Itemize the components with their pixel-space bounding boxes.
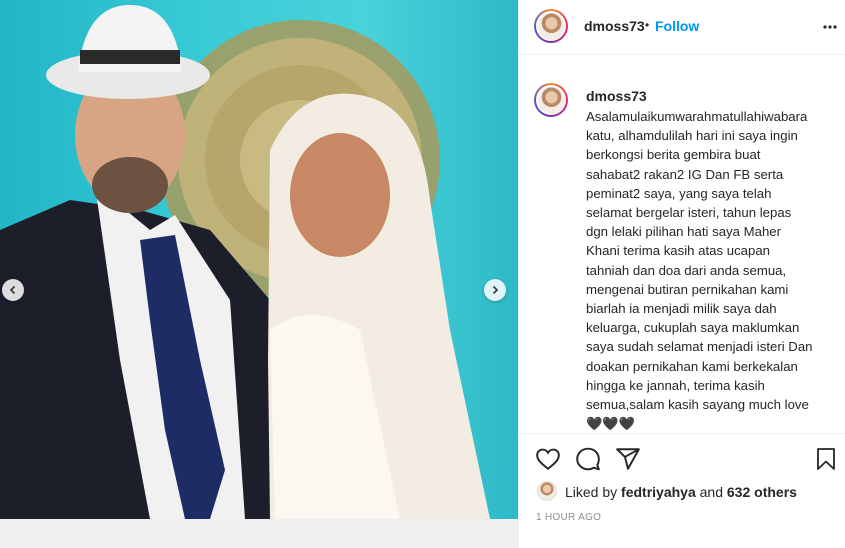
likes-and: and — [699, 484, 723, 500]
chevron-left-icon — [9, 285, 16, 295]
header-avatar[interactable] — [534, 9, 568, 43]
follow-button[interactable]: Follow — [655, 18, 699, 34]
caption-username[interactable]: dmoss73 — [586, 88, 647, 104]
post-header: dmoss73 • Follow — [519, 0, 845, 55]
next-photo-button[interactable] — [484, 279, 506, 301]
caption-avatar-image — [537, 86, 565, 114]
post-actions: Liked by fedtriyahya and 632 others 1 HO… — [519, 433, 845, 548]
liker-avatar-image — [538, 482, 556, 500]
caption-text: Asalamulaikumwarahmatullahiwabara katu, … — [586, 109, 813, 432]
comment-icon[interactable] — [575, 446, 601, 472]
likes-prefix: Liked by — [565, 484, 618, 500]
post-timestamp[interactable]: 1 HOUR AGO — [536, 512, 601, 523]
previous-photo-button[interactable] — [2, 279, 24, 301]
heart-icon[interactable] — [535, 446, 561, 472]
post-side-panel: dmoss73 • Follow dmoss73 Asalamulaikumwa… — [518, 0, 845, 548]
paper-plane-icon[interactable] — [615, 446, 641, 472]
chevron-right-icon — [492, 285, 499, 295]
post-photo[interactable] — [0, 0, 518, 519]
likes-others-link[interactable]: 632 others — [727, 484, 797, 500]
post-photo-image — [0, 5, 490, 519]
liked-by-user-link[interactable]: fedtriyahya — [621, 484, 696, 500]
avatar-image — [537, 12, 565, 40]
header-separator: • — [645, 18, 650, 32]
header-username[interactable]: dmoss73 — [584, 18, 645, 34]
photo-bottom-strip — [0, 519, 518, 548]
caption-avatar[interactable] — [534, 83, 568, 117]
bookmark-icon[interactable] — [814, 446, 838, 472]
likes-summary: Liked by fedtriyahya and 632 others — [565, 484, 797, 500]
more-horizontal-icon[interactable] — [822, 19, 838, 35]
caption-area: dmoss73 Asalamulaikumwarahmatullahiwabar… — [519, 55, 845, 433]
liker-avatar[interactable] — [537, 481, 557, 501]
